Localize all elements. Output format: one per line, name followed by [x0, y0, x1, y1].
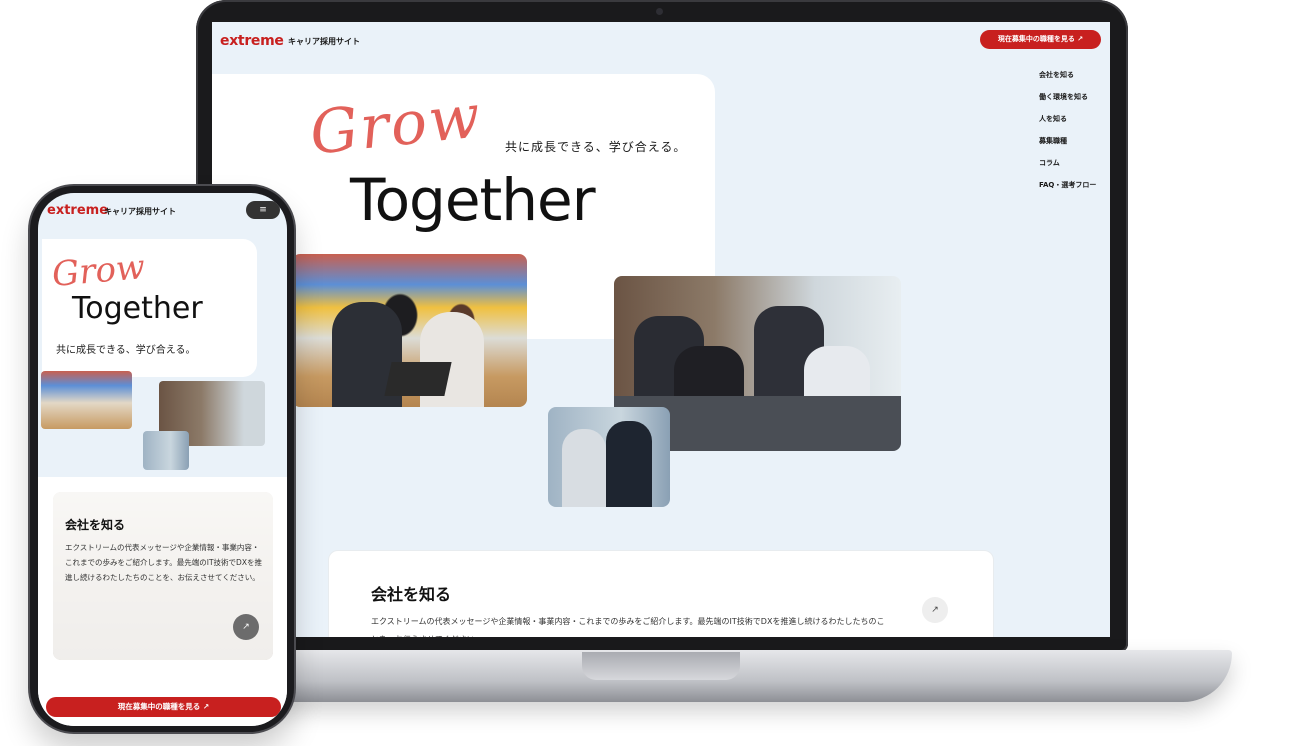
nav-item-faq[interactable]: FAQ・選考フロー	[1039, 176, 1096, 198]
hero-photo-two-women	[548, 407, 670, 507]
hero-tagline: 共に成長できる、学び合える。	[56, 345, 196, 356]
hero-together-text: Together	[350, 166, 596, 234]
site-name: キャリア採用サイト	[288, 37, 360, 46]
company-card-description: エクストリームの代表メッセージや企業情報・事業内容・これまでの歩みをご紹介します…	[371, 617, 885, 637]
nav-item-column[interactable]: コラム	[1039, 154, 1096, 176]
company-card[interactable]: 会社を知る エクストリームの代表メッセージや企業情報・事業内容・これまでの歩みを…	[53, 492, 273, 660]
hero-photo-two-people	[292, 254, 527, 407]
hero-tagline: 共に成長できる、学び合える。	[505, 140, 687, 154]
open-positions-button[interactable]: 現在募集中の職種を見る ↗	[980, 30, 1101, 49]
site-name: キャリア採用サイト	[104, 207, 176, 216]
desktop-site: extreme キャリア採用サイト 現在募集中の職種を見る ↗ Grow 共に成…	[212, 22, 1110, 637]
company-card-description: エクストリームの代表メッセージや企業情報・事業内容・これまでの歩みをご紹介します…	[65, 543, 262, 582]
menu-icon[interactable]: ≡	[246, 201, 280, 219]
nav-item-positions[interactable]: 募集職種	[1039, 132, 1096, 154]
arrow-icon[interactable]: ↗	[922, 597, 948, 623]
camera-icon	[656, 8, 663, 15]
logo[interactable]: extreme	[47, 203, 108, 218]
nav-item-people[interactable]: 人を知る	[1039, 110, 1096, 132]
hero-photo-two-people	[41, 371, 132, 429]
nav-item-environment[interactable]: 働く環境を知る	[1039, 88, 1096, 110]
company-card-title: 会社を知る	[371, 585, 452, 604]
hero-photo-two-women	[143, 431, 189, 470]
arrow-icon[interactable]: ↗	[233, 614, 259, 640]
company-card-title: 会社を知る	[65, 518, 126, 532]
hero-grow-text: Grow	[50, 247, 147, 295]
nav-item-company[interactable]: 会社を知る	[1039, 66, 1096, 88]
company-card[interactable]: 会社を知る エクストリームの代表メッセージや企業情報・事業内容・これまでの歩みを…	[328, 550, 994, 637]
open-positions-button[interactable]: 現在募集中の職種を見る ↗	[46, 697, 281, 717]
side-nav: 会社を知る 働く環境を知る 人を知る 募集職種 コラム FAQ・選考フロー	[1039, 66, 1096, 198]
logo[interactable]: extreme	[220, 33, 284, 49]
laptop-notch	[582, 652, 740, 680]
mobile-site: extreme キャリア採用サイト ≡ Grow Together 共に成長でき…	[38, 193, 287, 726]
hero-together-text: Together	[72, 291, 203, 326]
